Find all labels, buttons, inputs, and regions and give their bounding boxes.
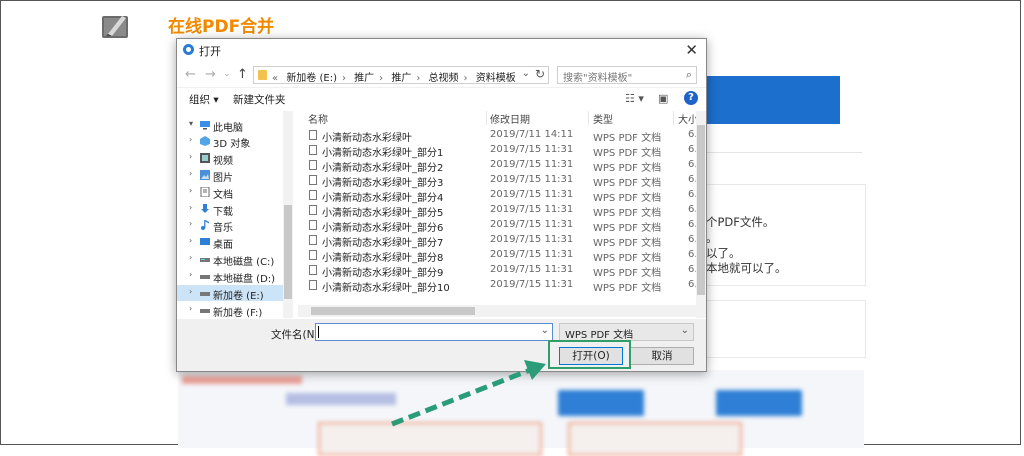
pointer-arrow-annotation bbox=[391, 360, 546, 427]
dashed-arrow-shaft bbox=[391, 367, 531, 427]
